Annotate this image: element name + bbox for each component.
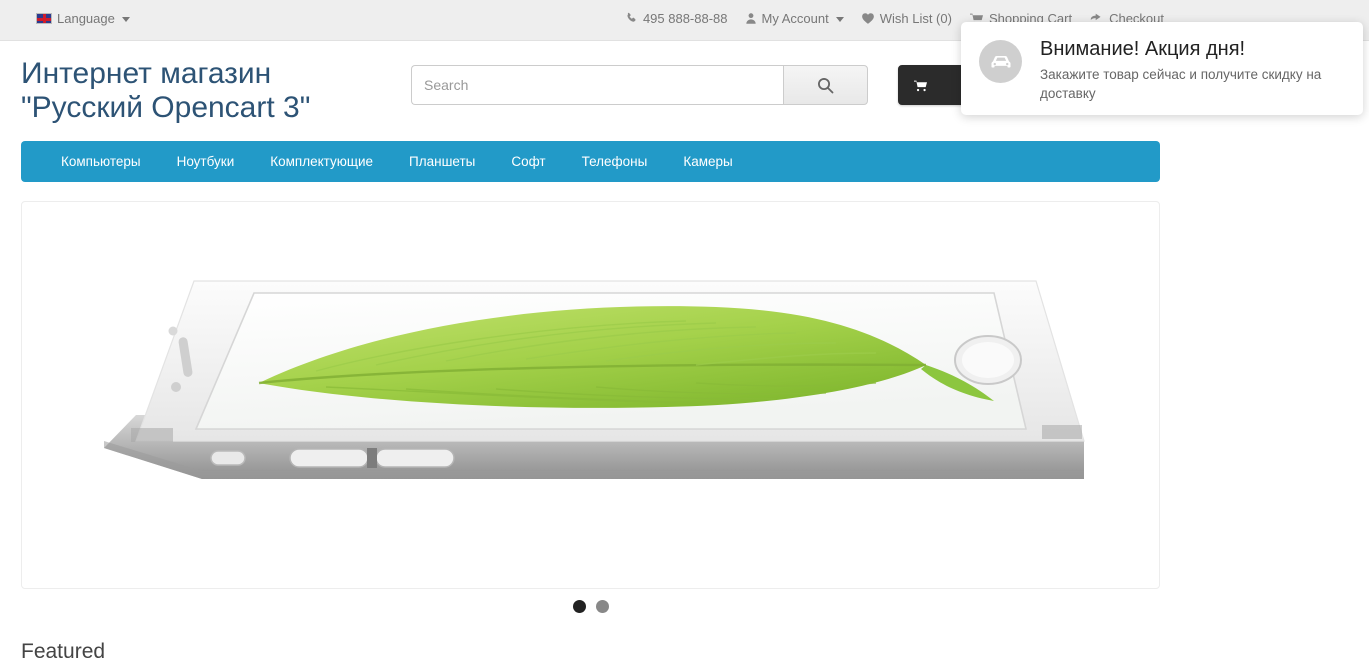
hero-carousel[interactable] [21, 201, 1160, 589]
search-input[interactable] [411, 65, 783, 105]
notification-body: Закажите товар сейчас и получите скидку … [1040, 67, 1322, 101]
phone-number[interactable]: 495 888-88-88 [625, 11, 728, 26]
notification-icon-wrap [979, 40, 1022, 83]
language-selector[interactable]: Language [36, 11, 130, 26]
nav-item-computers[interactable]: Компьютеры [43, 141, 159, 182]
promo-notification[interactable]: Внимание! Акция дня! Закажите товар сейч… [961, 22, 1363, 115]
chevron-down-icon [121, 17, 130, 22]
uk-flag-icon [36, 13, 52, 24]
chevron-down-icon [835, 17, 844, 22]
carousel-indicators [21, 600, 1160, 613]
nav-item-software[interactable]: Софт [493, 141, 563, 182]
my-account-label: My Account [761, 11, 829, 26]
language-label: Language [57, 11, 115, 26]
main-navigation: Компьютеры Ноутбуки Комплектующие Планше… [21, 141, 1160, 182]
notification-title: Внимание! Акция дня! [1040, 38, 1246, 60]
nav-item-cameras[interactable]: Камеры [665, 141, 750, 182]
featured-heading: Featured [21, 640, 106, 663]
search-icon [818, 77, 834, 93]
carousel-dot-1[interactable] [572, 600, 586, 613]
cart-icon [914, 80, 927, 91]
nav-item-components[interactable]: Комплектующие [252, 141, 391, 182]
carousel-dot-2[interactable] [595, 600, 609, 613]
page-title: Интернет магазин "Русский Opencart 3" [21, 57, 311, 124]
car-delivery-icon [990, 55, 1011, 67]
wish-list-link[interactable]: Wish List (0) [861, 11, 952, 26]
carousel-slide-image [103, 280, 1085, 479]
wish-list-label: Wish List (0) [879, 11, 952, 26]
search-button[interactable] [783, 65, 868, 105]
heart-icon [861, 13, 874, 24]
phone-label: 495 888-88-88 [642, 11, 728, 26]
notification-text: Внимание! Акция дня! Закажите товар сейч… [1040, 36, 1340, 103]
user-icon [745, 13, 756, 24]
my-account-link[interactable]: My Account [745, 11, 844, 26]
nav-item-tablets[interactable]: Планшеты [391, 141, 493, 182]
search-group [411, 65, 868, 105]
phone-icon [627, 12, 636, 22]
nav-item-phones[interactable]: Телефоны [564, 141, 666, 182]
nav-item-laptops[interactable]: Ноутбуки [159, 141, 253, 182]
